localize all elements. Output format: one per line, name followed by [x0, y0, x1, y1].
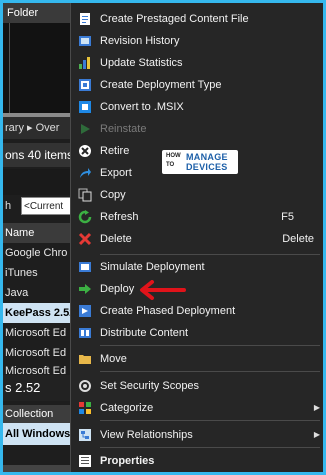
list-item[interactable]: Microsoft Ed	[3, 343, 75, 363]
properties-icon	[79, 455, 91, 467]
folder-tree[interactable]	[3, 23, 75, 113]
submenu-arrow-icon: ▶	[313, 430, 320, 439]
simulate-icon	[79, 262, 91, 272]
menu-item-view-relationships[interactable]: View Relationships ▶	[71, 424, 324, 446]
annotation-arrow-icon	[140, 280, 186, 300]
menu-item-label: Update Statistics	[100, 57, 183, 69]
revision-history-icon	[79, 36, 91, 46]
folder-header: Folder	[3, 3, 75, 23]
menu-item-label: Create Deployment Type	[100, 79, 222, 91]
menu-item-revision-history[interactable]: Revision History	[71, 30, 324, 52]
menu-item-label: Reinstate	[100, 123, 147, 135]
list-item[interactable]: Java	[3, 283, 75, 303]
categorize-icon	[79, 402, 91, 414]
statistics-icon	[79, 57, 90, 69]
collection-column-header[interactable]: Collection	[3, 405, 75, 423]
copy-icon	[78, 188, 92, 202]
list-item[interactable]: Microsoft Ed	[3, 323, 75, 343]
bottom-tab-strip[interactable]	[3, 465, 75, 472]
msix-icon	[79, 101, 91, 113]
menu-item-label: Retire	[100, 145, 130, 157]
item-count-label: ons 40 items	[3, 143, 75, 167]
menu-separator	[100, 371, 320, 372]
prestaged-content-icon	[80, 13, 90, 25]
retire-icon	[79, 145, 91, 157]
list-item[interactable]: iTunes	[3, 263, 75, 283]
list-item[interactable]: Google Chro	[3, 243, 75, 263]
menu-item-label: Delete	[100, 233, 132, 245]
menu-item-copy[interactable]: Copy	[71, 184, 324, 206]
phased-deployment-icon	[79, 305, 91, 317]
menu-item-label: Revision History	[100, 35, 180, 47]
relationships-icon	[79, 429, 91, 441]
security-scopes-icon	[79, 380, 91, 392]
shortcut-label: F5	[281, 211, 294, 223]
distribute-content-icon	[79, 328, 91, 338]
menu-item-label: Copy	[100, 189, 126, 201]
background-app-panel: Folder rary ▸ Over ons 40 items h <Curre…	[3, 3, 75, 472]
refresh-icon	[78, 210, 92, 224]
menu-separator	[100, 447, 320, 448]
pane-divider	[3, 169, 75, 195]
menu-separator	[100, 345, 320, 346]
menu-item-label: Set Security Scopes	[100, 380, 200, 392]
menu-item-create-deployment-type[interactable]: Create Deployment Type	[71, 74, 324, 96]
context-menu: Create Prestaged Content File Revision H…	[70, 3, 323, 472]
export-arrow-icon	[80, 168, 91, 178]
menu-item-create-prestaged-content-file[interactable]: Create Prestaged Content File	[71, 8, 324, 30]
menu-item-label: Deploy	[100, 283, 135, 295]
breadcrumb[interactable]: rary ▸ Over	[3, 117, 75, 139]
menu-item-label: Properties	[100, 455, 155, 467]
submenu-arrow-icon: ▶	[313, 403, 320, 412]
menu-item-deploy[interactable]: Deploy	[71, 278, 324, 300]
menu-item-move[interactable]: Move	[71, 348, 324, 370]
menu-item-label: Distribute Content	[100, 327, 189, 339]
list-item-selected[interactable]: KeePass 2.52	[3, 303, 75, 323]
menu-item-label: Create Prestaged Content File	[100, 13, 249, 25]
menu-item-update-statistics[interactable]: Update Statistics	[71, 52, 324, 74]
menu-item-convert-to-msix[interactable]: Convert to .MSIX	[71, 96, 324, 118]
watermark-text: TO	[166, 162, 175, 168]
menu-item-label: View Relationships	[100, 429, 193, 441]
menu-item-simulate-deployment[interactable]: Simulate Deployment	[71, 256, 324, 278]
menu-item-properties[interactable]: Properties	[71, 450, 324, 472]
collection-row[interactable]: All Windows	[3, 423, 75, 445]
folder-move-icon	[79, 355, 91, 364]
menu-item-refresh[interactable]: Refresh F5	[71, 206, 324, 228]
list-item[interactable]: Microsoft Ed	[3, 361, 75, 375]
watermark-text: DEVICES	[186, 162, 228, 172]
watermark-logo: HOW TO MANAGE DEVICES	[162, 150, 238, 174]
detail-title: s 2.52	[3, 375, 75, 401]
delete-x-icon	[78, 232, 92, 246]
menu-item-label: Convert to .MSIX	[100, 101, 184, 113]
menu-item-delete[interactable]: Delete Delete	[71, 228, 324, 250]
menu-item-label: Refresh	[100, 211, 139, 223]
menu-item-set-security-scopes[interactable]: Set Security Scopes	[71, 375, 324, 397]
menu-item-label: Simulate Deployment	[100, 261, 205, 273]
menu-separator	[100, 420, 320, 421]
menu-item-label: Export	[100, 167, 132, 179]
menu-item-label: Create Phased Deployment	[100, 305, 236, 317]
deployment-type-icon	[79, 79, 91, 91]
menu-item-label: Categorize	[100, 402, 154, 414]
watermark-text: MANAGE	[186, 152, 228, 162]
menu-item-reinstate[interactable]: Reinstate	[71, 118, 324, 140]
menu-item-label: Move	[100, 353, 127, 365]
shortcut-label: Delete	[282, 233, 314, 245]
watermark-text: HOW	[166, 153, 181, 159]
menu-separator	[100, 254, 320, 255]
menu-item-categorize[interactable]: Categorize ▶	[71, 397, 324, 419]
menu-item-distribute-content[interactable]: Distribute Content	[71, 322, 324, 344]
play-icon	[81, 124, 90, 134]
menu-item-create-phased-deployment[interactable]: Create Phased Deployment	[71, 300, 324, 322]
column-header-name[interactable]: Name	[3, 223, 75, 243]
search-scope-field[interactable]: <Current	[21, 197, 71, 215]
deploy-arrow-icon	[79, 284, 91, 294]
